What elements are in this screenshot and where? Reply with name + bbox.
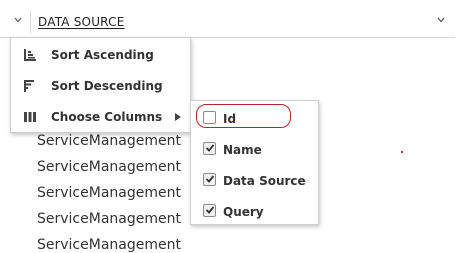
- submenu-arrow-icon: [175, 113, 181, 121]
- column-divider: [30, 11, 31, 33]
- sort-descending-label: Sort Descending: [51, 79, 163, 93]
- columns-icon: [23, 110, 37, 124]
- column-menu: Sort Ascending Sort Descending Choose Co…: [10, 37, 191, 133]
- sort-ascending-label: Sort Ascending: [51, 48, 154, 62]
- checkbox-data-source[interactable]: [203, 173, 216, 186]
- checkbox-query[interactable]: [203, 204, 216, 217]
- column-title[interactable]: DATA SOURCE: [38, 15, 124, 29]
- sort-ascending-item[interactable]: Sort Ascending: [11, 40, 190, 70]
- table-row[interactable]: ServiceManagement: [37, 159, 181, 175]
- column-option-query[interactable]: Query: [191, 197, 318, 225]
- table-row[interactable]: ServiceManagement: [37, 185, 181, 201]
- table-row[interactable]: ServiceManagement: [37, 133, 181, 149]
- highlight-annotation: [196, 104, 291, 128]
- column-option-label: Data Source: [223, 174, 306, 188]
- column-menu-chevron-icon[interactable]: [437, 16, 445, 24]
- chevron-down-icon[interactable]: [14, 16, 22, 24]
- choose-columns-item[interactable]: Choose Columns: [11, 102, 190, 132]
- table-row[interactable]: ServiceManagement: [37, 211, 181, 227]
- sort-descending-icon: [23, 79, 37, 93]
- column-option-data-source[interactable]: Data Source: [191, 166, 318, 194]
- stray-dot: [401, 151, 403, 153]
- sort-descending-item[interactable]: Sort Descending: [11, 71, 190, 101]
- data-source-column-header[interactable]: DATA SOURCE: [0, 7, 455, 38]
- column-option-label: Query: [223, 205, 264, 219]
- sort-ascending-icon: [23, 48, 37, 62]
- column-option-label: Name: [223, 143, 262, 157]
- checkbox-name[interactable]: [203, 142, 216, 155]
- choose-columns-label: Choose Columns: [51, 110, 163, 124]
- column-option-name[interactable]: Name: [191, 135, 318, 163]
- table-row[interactable]: ServiceManagement: [37, 237, 181, 253]
